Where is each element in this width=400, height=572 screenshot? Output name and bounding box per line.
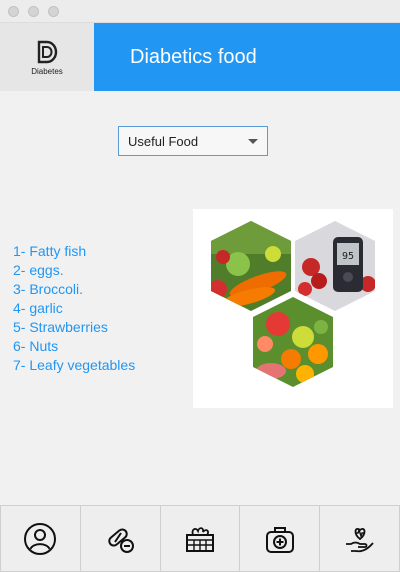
glucose-meter-photo: 95: [295, 221, 375, 311]
food-category-selected: Useful Food: [128, 133, 199, 149]
window-titlebar: [0, 0, 400, 23]
list-item: 4- garlic: [13, 300, 63, 316]
fruits-photo: [253, 297, 333, 387]
logo-text: Diabetes: [31, 66, 63, 76]
vegetables-photo: [211, 221, 291, 311]
medicine-nav-button[interactable]: [79, 505, 160, 572]
hexagon-food-collage: 95: [211, 221, 375, 387]
chevron-down-icon: [248, 139, 258, 144]
list-item: 7- Leafy vegetables: [13, 357, 136, 373]
minimize-window-button[interactable]: [28, 6, 39, 17]
user-icon: [24, 522, 57, 555]
medical-kit-icon: [265, 526, 294, 553]
list-item: 1- Fatty fish: [13, 243, 87, 259]
list-item: 3- Broccoli.: [13, 281, 84, 297]
vegetable-basket-icon: [185, 526, 214, 552]
close-window-button[interactable]: [8, 6, 19, 17]
care-nav-button[interactable]: [319, 505, 400, 572]
list-item: 2- eggs.: [13, 262, 64, 278]
list-item: 5- Strawberries: [13, 319, 108, 335]
useful-food-list: 1- Fatty fish 2- eggs. 3- Broccoli. 4- g…: [13, 242, 135, 375]
zoom-window-button[interactable]: [48, 6, 59, 17]
food-category-select[interactable]: Useful Food: [118, 126, 268, 156]
pills-icon: [108, 527, 135, 553]
medical-nav-button[interactable]: [239, 505, 320, 572]
heart-hand-care-icon: [345, 527, 374, 552]
food-nav-button[interactable]: [159, 505, 240, 572]
app-logo: Diabetes: [0, 23, 94, 91]
list-item: 6- Nuts: [13, 338, 59, 354]
page-title: Diabetics food: [130, 45, 257, 68]
diabetes-logo-icon: [37, 40, 58, 63]
profile-nav-button[interactable]: [0, 505, 80, 572]
svg-text:95: 95: [342, 251, 354, 262]
header-bar: Diabetics food: [94, 23, 400, 91]
food-image: 95: [193, 209, 393, 408]
bottom-navigation: [0, 505, 400, 572]
